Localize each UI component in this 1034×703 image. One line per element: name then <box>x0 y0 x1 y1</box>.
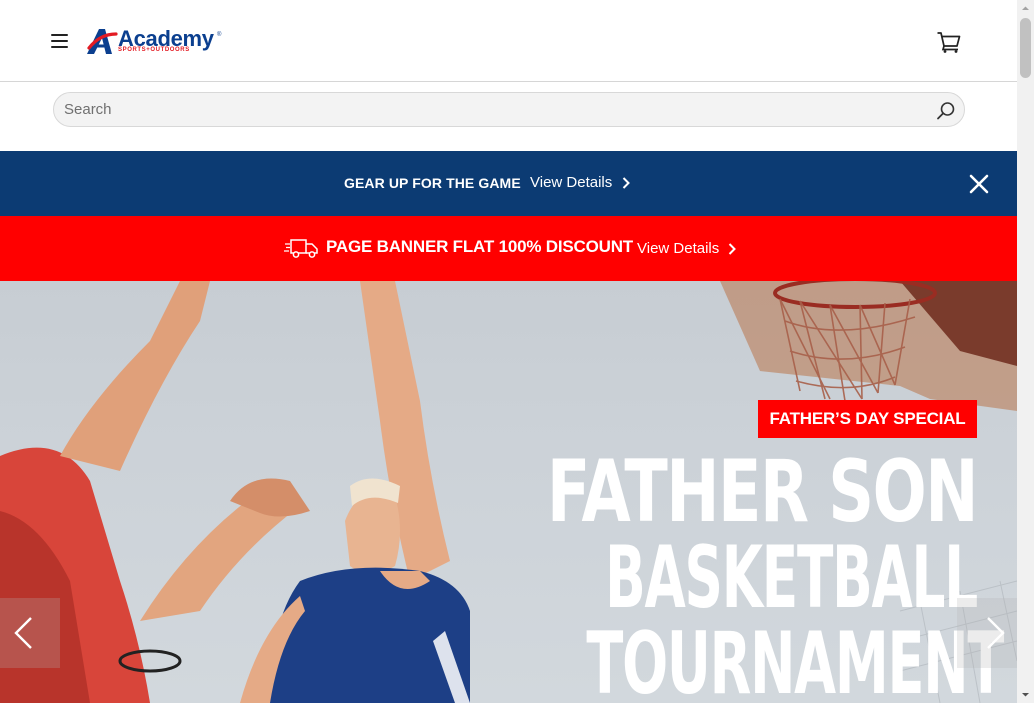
search-bar <box>53 92 965 127</box>
hero-headline: FATHER SON BASKETBALL TOURNAMENT <box>357 442 1004 703</box>
search-icon[interactable] <box>936 101 956 121</box>
discount-banner-title: PAGE BANNER FLAT 100% DISCOUNT <box>326 237 633 256</box>
scroll-up-arrow-icon[interactable] <box>1017 0 1034 17</box>
logo-registered-mark: ® <box>217 32 222 38</box>
chevron-right-icon <box>987 617 1005 649</box>
hamburger-menu-icon[interactable] <box>50 32 72 50</box>
hero-headline-line: TOURNAMENT <box>586 614 1004 703</box>
scroll-down-arrow-icon[interactable] <box>1017 686 1034 703</box>
promo-banner: GEAR UP FOR THE GAME View Details <box>0 151 1017 216</box>
discount-view-details-link[interactable]: View Details <box>637 240 719 257</box>
carousel-next-button[interactable] <box>957 598 1017 668</box>
academy-logo-mark-icon <box>87 29 118 54</box>
chevron-right-icon <box>622 177 630 189</box>
chevron-right-icon <box>728 243 736 255</box>
academy-logo[interactable]: Academy ® SPORTS+OUTDOORS <box>85 26 225 58</box>
site-header: Academy ® SPORTS+OUTDOORS <box>0 0 1017 82</box>
hero-headline-line: BASKETBALL <box>605 528 978 628</box>
close-icon[interactable] <box>966 171 992 197</box>
promo-view-details-link[interactable]: View Details <box>530 174 612 191</box>
vertical-scrollbar[interactable] <box>1017 0 1034 703</box>
hero-headline-line: FATHER SON <box>546 442 979 542</box>
discount-banner: PAGE BANNER FLAT 100% DISCOUNT View Deta… <box>0 216 1017 281</box>
promo-banner-title: GEAR UP FOR THE GAME <box>344 175 521 191</box>
scrollbar-thumb[interactable] <box>1020 18 1031 78</box>
hero-carousel: FATHER’S DAY SPECIAL FATHER SON BASKETBA… <box>0 281 1017 703</box>
chevron-left-icon <box>14 617 32 649</box>
delivery-truck-icon <box>284 239 318 258</box>
promo-badge: FATHER’S DAY SPECIAL <box>758 400 977 438</box>
shopping-cart-icon[interactable] <box>936 30 962 54</box>
page-viewport: Academy ® SPORTS+OUTDOORS GEAR UP FOR TH… <box>0 0 1017 703</box>
carousel-prev-button[interactable] <box>0 598 60 668</box>
logo-tagline: SPORTS+OUTDOORS <box>118 47 190 53</box>
search-input[interactable] <box>64 93 924 126</box>
